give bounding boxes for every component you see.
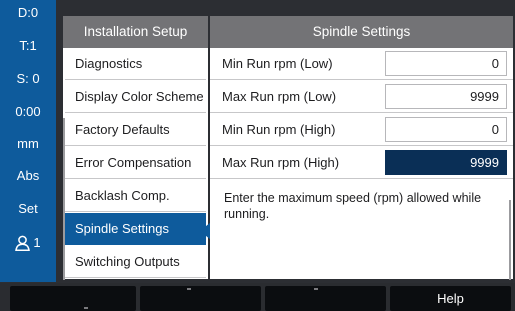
menu-item-factory-defaults[interactable]: Factory Defaults [65, 114, 206, 146]
softkey-marker [84, 307, 88, 309]
status-bar: D:0 T:1 S: 0 0:00 mm Abs Set 1 [0, 0, 56, 282]
field-row-min-low: Min Run rpm (Low) 0 [210, 48, 513, 80]
min-run-rpm-low-input[interactable]: 0 [385, 51, 507, 76]
help-text: Enter the maximum speed (rpm) allowed wh… [224, 191, 482, 221]
field-label: Max Run rpm (Low) [222, 89, 337, 104]
menu-item-backlash-comp[interactable]: Backlash Comp. [65, 180, 206, 212]
settings-panel: Min Run rpm (Low) 0 Max Run rpm (Low) 99… [210, 48, 513, 279]
status-timer[interactable]: 0:00 [0, 101, 56, 123]
softkey-bar: Help [0, 283, 515, 311]
field-label: Min Run rpm (High) [222, 122, 336, 137]
field-row-max-low: Max Run rpm (Low) 9999 [210, 81, 513, 113]
menu-item-switching-outputs[interactable]: Switching Outputs [65, 246, 206, 278]
menu-item-display-color-scheme[interactable]: Display Color Scheme [65, 81, 206, 113]
status-set[interactable]: Set [0, 198, 56, 220]
settings-header: Spindle Settings [210, 16, 513, 48]
menu-item-spindle-settings[interactable]: Spindle Settings [65, 213, 206, 245]
status-user[interactable]: 1 [0, 232, 56, 254]
user-icon [15, 235, 31, 251]
status-mode[interactable]: Abs [0, 165, 56, 187]
help-button[interactable]: Help [390, 286, 511, 311]
menu-item-diagnostics[interactable]: Diagnostics [65, 48, 206, 80]
field-row-min-high: Min Run rpm (High) 0 [210, 114, 513, 146]
status-spindle[interactable]: S: 0 [0, 68, 56, 90]
softkey-marker [187, 288, 191, 290]
status-datum[interactable]: D:0 [0, 2, 56, 24]
softkey-3[interactable] [265, 286, 386, 311]
menu-panel: Diagnostics Display Color Scheme Factory… [63, 48, 208, 279]
softkey-2[interactable] [140, 286, 261, 311]
menu-header: Installation Setup [63, 16, 208, 48]
max-run-rpm-low-input[interactable]: 9999 [385, 84, 507, 109]
softkey-marker [314, 288, 318, 290]
softkey-1[interactable] [10, 286, 136, 311]
field-row-max-high: Max Run rpm (High) 9999 [210, 147, 513, 179]
max-run-rpm-high-input[interactable]: 9999 [385, 150, 507, 175]
status-tool[interactable]: T:1 [0, 35, 56, 57]
field-label: Max Run rpm (High) [222, 155, 340, 170]
menu-scrollbar[interactable] [63, 118, 65, 280]
min-run-rpm-high-input[interactable]: 0 [385, 117, 507, 142]
screen: D:0 T:1 S: 0 0:00 mm Abs Set 1 Installat… [0, 0, 515, 311]
settings-scrollbar[interactable] [509, 200, 511, 280]
menu-item-error-compensation[interactable]: Error Compensation [65, 147, 206, 179]
user-number: 1 [33, 235, 41, 250]
field-label: Min Run rpm (Low) [222, 56, 333, 71]
status-units[interactable]: mm [0, 133, 56, 155]
